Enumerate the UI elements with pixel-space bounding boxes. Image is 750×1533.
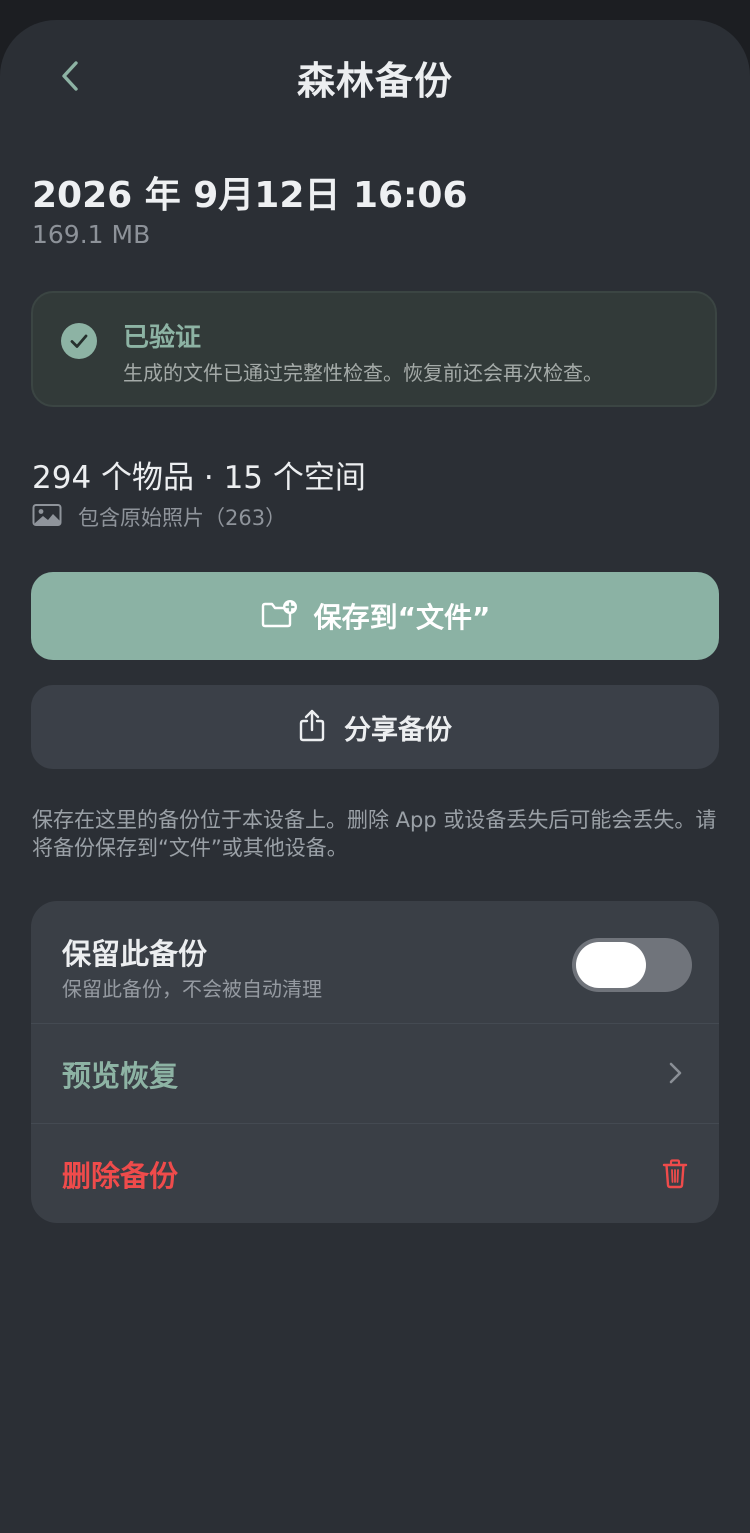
photos-info: 包含原始照片（263） (32, 502, 286, 532)
trash-icon (659, 1157, 691, 1189)
share-backup-label: 分享备份 (344, 714, 452, 746)
chevron-right-icon (659, 1057, 691, 1089)
keep-backup-toggle[interactable] (572, 938, 692, 992)
toggle-knob (576, 942, 646, 988)
image-icon (32, 503, 62, 531)
verification-description: 生成的文件已通过完整性检查。恢复前还会再次检查。 (123, 361, 603, 385)
delete-backup-row[interactable]: 删除备份 (31, 1123, 719, 1223)
backup-date: 2026 年 9月12日 16:06 (32, 175, 468, 216)
folder-plus-icon (260, 599, 298, 633)
share-icon (298, 708, 326, 746)
preview-restore-label: 预览恢复 (62, 1059, 179, 1093)
nav-bar: 森林备份 (0, 20, 750, 132)
check-circle-icon (61, 323, 97, 359)
backup-size: 169.1 MB (32, 220, 151, 249)
keep-backup-title: 保留此备份 (62, 937, 208, 971)
keep-backup-row: 保留此备份 保留此备份，不会被自动清理 (31, 901, 719, 1023)
save-to-files-button[interactable]: 保存到“文件” (31, 572, 719, 660)
save-to-files-label: 保存到“文件” (313, 601, 491, 634)
backup-detail-sheet: 森林备份 2026 年 9月12日 16:06 169.1 MB 已验证 生成的… (0, 20, 750, 1533)
preview-restore-row[interactable]: 预览恢复 (31, 1023, 719, 1123)
storage-note: 保存在这里的备份位于本设备上。删除 App 或设备丢失后可能会丢失。请将备份保存… (32, 808, 717, 860)
page-title: 森林备份 (296, 59, 453, 103)
verification-title: 已验证 (123, 323, 202, 353)
keep-backup-subtitle: 保留此备份，不会被自动清理 (62, 977, 322, 1001)
photos-label: 包含原始照片（263） (78, 506, 287, 530)
settings-card: 保留此备份 保留此备份，不会被自动清理 预览恢复 删除备份 (31, 901, 719, 1223)
verification-card: 已验证 生成的文件已通过完整性检查。恢复前还会再次检查。 (31, 291, 717, 407)
contents-summary: 294 个物品 · 15 个空间 (32, 460, 366, 496)
delete-backup-label: 删除备份 (62, 1159, 179, 1193)
share-backup-button[interactable]: 分享备份 (31, 685, 719, 769)
